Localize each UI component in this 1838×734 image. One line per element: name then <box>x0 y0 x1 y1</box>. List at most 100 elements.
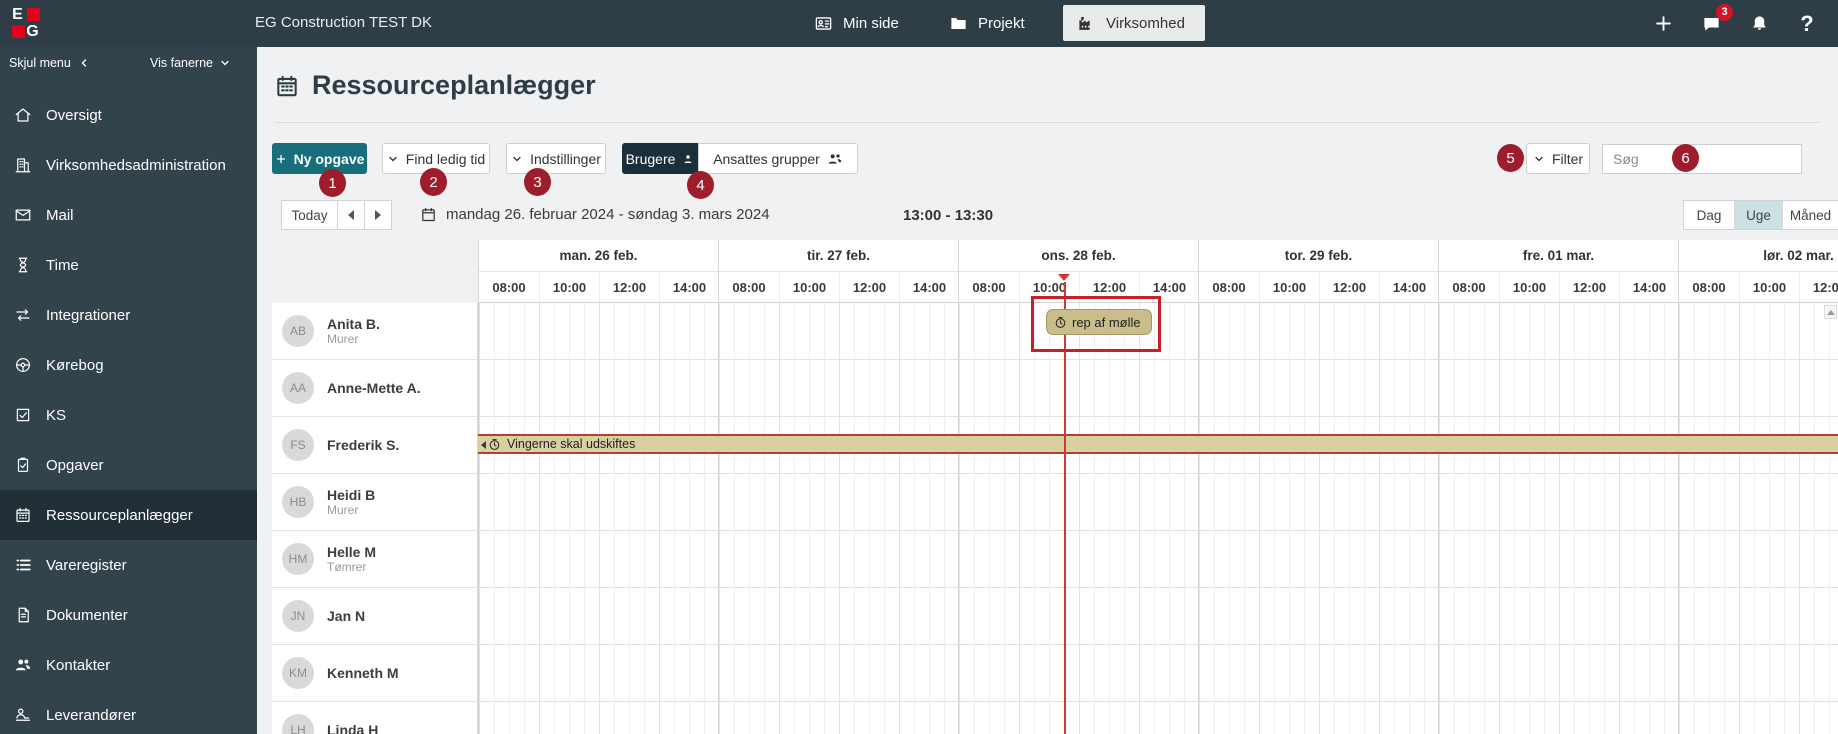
resource-row[interactable]: AB Anita B. Murer <box>272 303 478 360</box>
settings-button[interactable]: Indstillinger <box>506 143 606 174</box>
sidebar-item-label: Time <box>46 257 79 274</box>
sidebar-item-opgaver[interactable]: Opgaver <box>0 440 257 490</box>
app-title: EG Construction TEST DK <box>255 14 432 31</box>
checkbox-icon <box>14 406 32 424</box>
find-free-time-label: Find ledig tid <box>406 151 485 167</box>
annotation-rectangle <box>1031 296 1161 352</box>
sidebar-item-korebog[interactable]: Kørebog <box>0 340 257 390</box>
time-label: 14:00 <box>899 272 959 302</box>
sidebar-item-integrationer[interactable]: Integrationer <box>0 290 257 340</box>
calendar-icon <box>14 506 32 524</box>
show-tabs-button[interactable]: Vis fanerne <box>150 56 231 70</box>
view-uge[interactable]: Uge <box>1734 201 1782 229</box>
chevron-down-icon <box>1533 153 1545 165</box>
notifications-button[interactable] <box>1746 11 1772 37</box>
add-button[interactable] <box>1650 11 1676 37</box>
resource-row[interactable]: HM Helle M Tømrer <box>272 531 478 588</box>
calendar-icon <box>420 206 437 223</box>
swap-arrows-icon <box>14 306 32 324</box>
chevron-down-icon <box>387 153 399 165</box>
sidebar-item-label: Mail <box>46 207 74 224</box>
employee-groups-label: Ansattes grupper <box>713 151 820 167</box>
next-week-button[interactable] <box>364 200 392 230</box>
resource-row[interactable]: LH Linda H <box>272 702 478 734</box>
sidebar-item-oversigt[interactable]: Oversigt <box>0 90 257 140</box>
resource-row[interactable]: JN Jan N <box>272 588 478 645</box>
chevron-down-icon <box>219 57 231 69</box>
calendar-event-bar[interactable]: Vingerne skal udskiftes <box>478 434 1838 454</box>
employee-groups-toggle-button[interactable]: Ansattes grupper <box>698 143 858 174</box>
sidebar-header: Skjul menu Vis fanerne <box>0 47 257 81</box>
sidebar-item-label: Virksomhedsadministration <box>46 157 226 174</box>
continues-left-icon <box>481 441 486 449</box>
topbar-actions: 3 ? <box>1650 0 1838 47</box>
day-column-header: fre. 01 mar. 08:00 10:00 12:00 14:00 <box>1438 240 1678 303</box>
sidebar-item-dokumenter[interactable]: Dokumenter <box>0 590 257 640</box>
today-button[interactable]: Today <box>281 200 338 230</box>
sidebar-item-label: KS <box>46 407 66 424</box>
calendar-grid[interactable] <box>478 303 1838 734</box>
collapse-menu-button[interactable]: Skjul menu <box>9 56 90 70</box>
resource-row[interactable]: FS Frederik S. <box>272 417 478 474</box>
arrow-left-icon <box>348 210 354 220</box>
clipboard-icon <box>14 456 32 474</box>
resource-name: Helle M <box>327 544 376 560</box>
sidebar-item-leverandorer[interactable]: Leverandører <box>0 690 257 734</box>
resource-name: Anne-Mette A. <box>327 380 421 396</box>
view-maaned[interactable]: Måned <box>1782 201 1838 229</box>
arrow-right-icon <box>375 210 381 220</box>
people-icon <box>14 656 32 674</box>
day-label: ons. 28 feb. <box>959 240 1198 272</box>
sidebar-item-ressourceplanlaegger[interactable]: Ressourceplanlægger <box>0 490 257 540</box>
chat-button[interactable]: 3 <box>1698 11 1724 37</box>
tab-min-side[interactable]: Min side <box>800 0 913 47</box>
resource-row[interactable]: AA Anne-Mette A. <box>272 360 478 417</box>
resource-row[interactable]: HB Heidi B Murer <box>272 474 478 531</box>
date-range: mandag 26. februar 2024 - søndag 3. mars… <box>420 206 770 223</box>
clock-icon <box>488 438 501 451</box>
prev-week-button[interactable] <box>337 200 365 230</box>
new-task-button[interactable]: Ny opgave <box>272 143 367 174</box>
annotation-badge-1: 1 <box>319 169 346 197</box>
day-column-header: tir. 27 feb. 08:00 10:00 12:00 14:00 <box>718 240 958 303</box>
building-icon <box>14 156 32 174</box>
time-label: 08:00 <box>719 272 779 302</box>
search-input[interactable] <box>1602 144 1802 174</box>
annotation-badge-6: 6 <box>1672 144 1699 172</box>
sidebar-item-label: Integrationer <box>46 307 130 324</box>
time-label: 14:00 <box>659 272 719 302</box>
logo-letter-g: G <box>25 23 40 40</box>
logo-red-square <box>27 8 40 21</box>
home-icon <box>14 106 32 124</box>
collapse-menu-label: Skjul menu <box>9 56 71 70</box>
page-title: Ressourceplanlægger <box>312 70 596 101</box>
tab-projekt[interactable]: Projekt <box>935 0 1039 47</box>
event-title: Vingerne skal udskiftes <box>507 437 635 451</box>
calendar-icon <box>274 73 300 99</box>
sidebar-item-kontakter[interactable]: Kontakter <box>0 640 257 690</box>
tab-virksomhed[interactable]: Virksomhed <box>1063 5 1205 41</box>
users-toggle-button[interactable]: Brugere <box>622 143 698 174</box>
eg-logo: E G <box>10 6 40 40</box>
factory-icon <box>1077 14 1096 33</box>
time-row: 08:00 10:00 12:00 14:00 <box>719 272 958 303</box>
steering-wheel-icon <box>14 356 32 374</box>
sidebar-item-ks[interactable]: KS <box>0 390 257 440</box>
sidebar-item-virksomhedsadministration[interactable]: Virksomhedsadministration <box>0 140 257 190</box>
sidebar-item-time[interactable]: Time <box>0 240 257 290</box>
resource-row[interactable]: KM Kenneth M <box>272 645 478 702</box>
filter-button[interactable]: Filter <box>1526 143 1590 174</box>
time-label: 10:00 <box>1259 272 1319 302</box>
scrollbar-up-button[interactable] <box>1824 305 1837 319</box>
time-label: 12:00 <box>839 272 899 302</box>
day-column <box>1438 303 1678 734</box>
hourglass-icon <box>14 256 32 274</box>
resource-name: Kenneth M <box>327 665 399 681</box>
view-dag[interactable]: Dag <box>1684 201 1734 229</box>
sidebar-item-mail[interactable]: Mail <box>0 190 257 240</box>
time-label: 08:00 <box>1439 272 1499 302</box>
sidebar-item-vareregister[interactable]: Vareregister <box>0 540 257 590</box>
calendar-header: man. 26 feb. 08:00 10:00 12:00 14:00 tir… <box>478 240 1838 303</box>
view-switcher: Dag Uge Måned <box>1683 200 1838 230</box>
help-button[interactable]: ? <box>1794 11 1820 37</box>
